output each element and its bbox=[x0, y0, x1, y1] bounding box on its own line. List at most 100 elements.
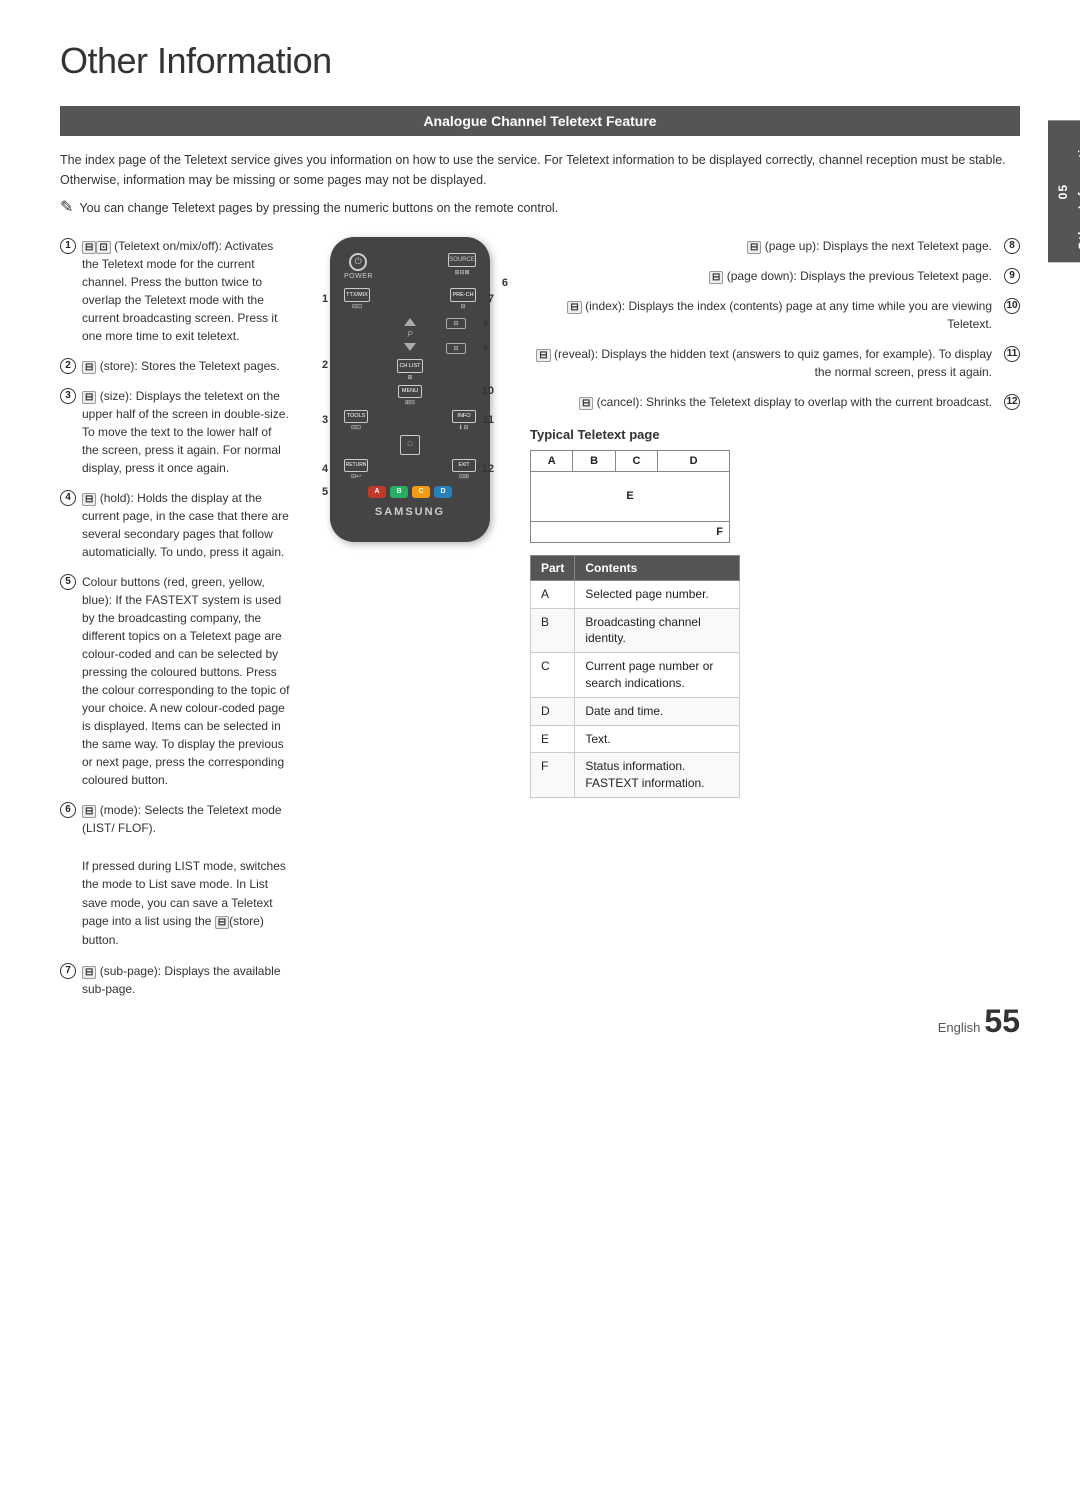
item-number-12: 12 bbox=[1004, 394, 1020, 410]
source-box: SOURCE bbox=[448, 253, 476, 267]
item-text-6: ⊟ (mode): Selects the Teletext mode (LIS… bbox=[82, 803, 282, 836]
page-title: Other Information bbox=[60, 40, 1020, 82]
item-number-8: 8 bbox=[1004, 238, 1020, 254]
remote-menu-row: 10 MENU ⊞⊟ bbox=[344, 385, 476, 406]
source-icons: ⊞⊟⊠ bbox=[454, 269, 469, 276]
nav-right-up: ⊟ bbox=[446, 318, 466, 329]
page-footer: English 55 bbox=[938, 1003, 1020, 1040]
side-tab-number: 05 bbox=[1056, 184, 1070, 199]
tools-label: TOOLS bbox=[347, 413, 366, 419]
footer-page-number: 55 bbox=[984, 1003, 1020, 1040]
exit-sub-icon: ⊟⊞ bbox=[459, 473, 469, 480]
item-number-10: 10 bbox=[1004, 298, 1020, 314]
table-cell-contents-d: Date and time. bbox=[575, 697, 740, 725]
table-cell-part-a: A bbox=[531, 580, 575, 608]
remote-exit-button: EXIT ⊟⊞ bbox=[452, 459, 476, 480]
tools-sub-icon: ⊟⊡ bbox=[351, 424, 361, 431]
remote-prech-button: PRE-CH ⊟ bbox=[450, 288, 476, 310]
power-label: POWER bbox=[344, 273, 373, 280]
remote-menu-button: MENU ⊞⊟ bbox=[398, 385, 422, 406]
remote-label-9: 9 bbox=[483, 343, 488, 353]
remote-label-3: 3 bbox=[322, 414, 328, 426]
note-icon: ✎ bbox=[60, 198, 73, 219]
item-number-11: 11 bbox=[1004, 346, 1020, 362]
table-cell-contents-b: Broadcasting channel identity. bbox=[575, 608, 740, 653]
tools-icon: TOOLS bbox=[344, 410, 368, 423]
info-icon: INFO bbox=[452, 410, 476, 423]
item-number-9: 9 bbox=[1004, 268, 1020, 284]
table-header-part: Part bbox=[531, 555, 575, 580]
item-text-10: ⊟ (index): Displays the index (contents)… bbox=[530, 297, 992, 333]
remote-nav: ⊟ 8 P ⊟ 9 bbox=[344, 318, 476, 351]
color-btn-yellow: C bbox=[412, 486, 430, 498]
item-text-4: ⊟ (hold): Holds the display at the curre… bbox=[82, 489, 290, 561]
color-btn-red: A bbox=[368, 486, 386, 498]
main-content: 1 ⊟⊡ (Teletext on/mix/off): Activates th… bbox=[60, 237, 1020, 1010]
item-number-3: 3 bbox=[60, 388, 76, 404]
power-circle: ⏻ bbox=[349, 253, 367, 271]
remote-info-button: INFO ℹ ⊟ bbox=[452, 410, 476, 431]
remote-center-button: □ bbox=[400, 435, 420, 455]
table-row: B Broadcasting channel identity. bbox=[531, 608, 740, 653]
samsung-logo: SAMSUNG bbox=[344, 506, 476, 518]
menu-sub-icon: ⊞⊟ bbox=[405, 399, 415, 406]
table-cell-part-f: F bbox=[531, 753, 575, 798]
remote-label-10: 10 bbox=[482, 385, 494, 397]
teletext-e-label: E bbox=[626, 490, 633, 502]
teletext-cell-a: A bbox=[531, 451, 573, 471]
remote-label-8: 8 bbox=[483, 318, 488, 328]
item-number-7: 7 bbox=[60, 963, 76, 979]
list-item: 12 ⊟ (cancel): Shrinks the Teletext disp… bbox=[530, 393, 1020, 411]
remote-source-button: SOURCE ⊞⊟⊠ bbox=[448, 253, 476, 276]
info-label: INFO bbox=[457, 413, 470, 419]
prech-label: PRE-CH bbox=[452, 292, 473, 298]
table-row: C Current page number or search indicati… bbox=[531, 653, 740, 698]
list-item: 6 ⊟ (mode): Selects the Teletext mode (L… bbox=[60, 801, 290, 950]
teletext-body: E bbox=[531, 472, 729, 522]
item-number-6: 6 bbox=[60, 802, 76, 818]
table-cell-part-b: B bbox=[531, 608, 575, 653]
table-row: D Date and time. bbox=[531, 697, 740, 725]
nav-p-label: P bbox=[407, 330, 412, 339]
remote-tools-info-row: 3 TOOLS ⊟⊡ INFO ℹ ⊟ 11 bbox=[344, 410, 476, 431]
item-number-1: 1 bbox=[60, 238, 76, 254]
remote-label-2: 2 bbox=[322, 359, 328, 371]
table-cell-contents-f: Status information. FASTEXT information. bbox=[575, 753, 740, 798]
item-text-12: ⊟ (cancel): Shrinks the Teletext display… bbox=[530, 393, 992, 411]
teletext-diagram: A B C D E F bbox=[530, 450, 730, 543]
list-item: 7 ⊟ (sub-page): Displays the available s… bbox=[60, 962, 290, 998]
list-item: 1 ⊟⊡ (Teletext on/mix/off): Activates th… bbox=[60, 237, 290, 345]
table-cell-part-d: D bbox=[531, 697, 575, 725]
return-icon: RETURN bbox=[344, 459, 368, 472]
remote-return-exit-row: 4 RETURN ⊟↩ EXIT ⊟⊞ 12 bbox=[344, 459, 476, 480]
exit-label: EXIT bbox=[458, 462, 469, 468]
list-item: 10 ⊟ (index): Displays the index (conten… bbox=[530, 297, 1020, 333]
teletext-footer: F bbox=[531, 522, 729, 542]
remote-label-5: 5 bbox=[322, 486, 328, 498]
source-label: SOURCE bbox=[449, 257, 475, 263]
chlist-sub-icon: ⊞ bbox=[407, 374, 412, 381]
item-text-2: ⊟ (store): Stores the Teletext pages. bbox=[82, 357, 290, 375]
list-item: 5 Colour buttons (red, green, yellow, bl… bbox=[60, 573, 290, 789]
table-cell-contents-a: Selected page number. bbox=[575, 580, 740, 608]
teletext-title: Typical Teletext page bbox=[530, 427, 1020, 442]
nav-arrow-up bbox=[404, 318, 416, 326]
nav-right-down: ⊟ bbox=[446, 343, 466, 354]
exit-icon: EXIT bbox=[452, 459, 476, 472]
item-text-1: ⊟⊡ (Teletext on/mix/off): Activates the … bbox=[82, 237, 290, 345]
remote-power-button: ⏻ POWER bbox=[344, 253, 373, 280]
table-header-contents: Contents bbox=[575, 555, 740, 580]
remote-diagram: 6 ⏻ POWER SOURCE ⊞⊟⊠ 1 bbox=[310, 237, 510, 1010]
remote-power-row: ⏻ POWER SOURCE ⊞⊟⊠ bbox=[344, 253, 476, 280]
side-tab-label: Other Information bbox=[1076, 132, 1080, 250]
item-text-3: ⊟ (size): Displays the teletext on the u… bbox=[82, 387, 290, 477]
right-numbered-items: 8 ⊟ (page up): Displays the next Teletex… bbox=[530, 237, 1020, 411]
item-number-4: 4 bbox=[60, 490, 76, 506]
remote-label-1: 1 bbox=[322, 293, 328, 305]
remote-ttx-button: TTX/MIX ⊟⊡ bbox=[344, 288, 370, 310]
table-row: E Text. bbox=[531, 725, 740, 753]
info-table: Part Contents A Selected page number. B … bbox=[530, 555, 740, 798]
prech-icon: PRE-CH bbox=[450, 288, 476, 302]
teletext-section: Typical Teletext page A B C D E F bbox=[530, 427, 1020, 798]
item-text-6b: If pressed during LIST mode, switches th… bbox=[82, 859, 286, 947]
